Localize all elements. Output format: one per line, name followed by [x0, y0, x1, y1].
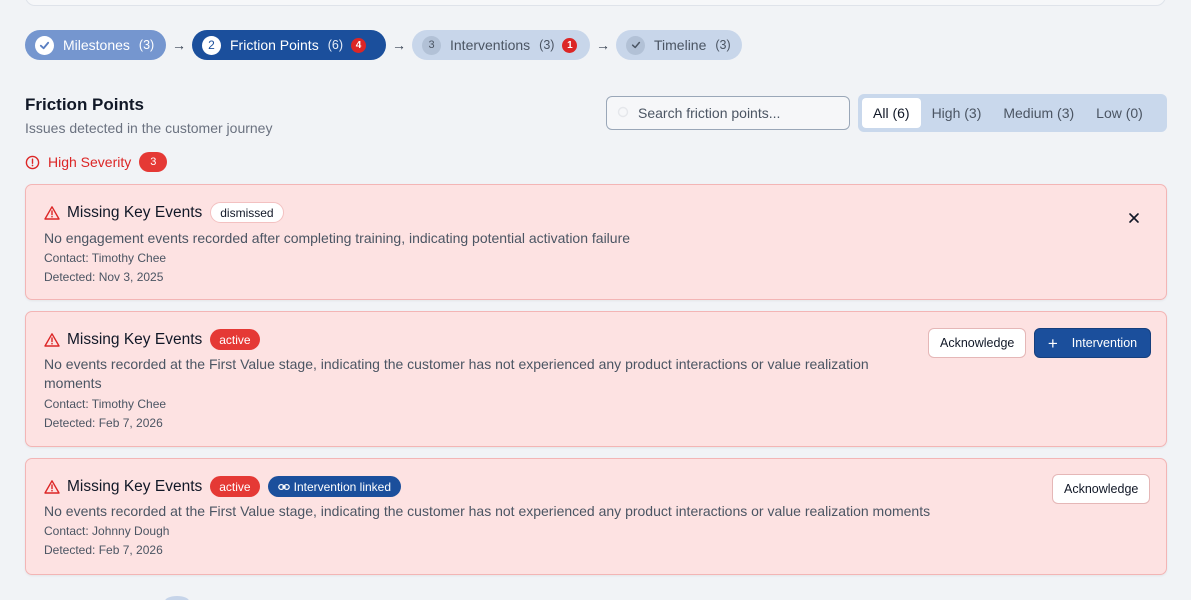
check-icon: [626, 35, 645, 55]
friction-card: Missing Key Events active No events reco…: [25, 311, 1167, 447]
add-intervention-button[interactable]: + Intervention: [1034, 328, 1151, 358]
arrow-right-icon: →: [392, 37, 406, 53]
warning-triangle-icon: [44, 479, 60, 495]
card-title: Missing Key Events: [67, 477, 203, 495]
step-label: Timeline: [654, 37, 707, 53]
step-alert-badge: 1: [562, 37, 578, 53]
filter-medium[interactable]: Medium (3): [992, 98, 1085, 128]
linked-label: Intervention linked: [293, 479, 392, 494]
card-contact: Contact: Timothy Chee: [44, 251, 167, 265]
status-badge: active: [210, 329, 260, 350]
page-title: Friction Points: [25, 95, 144, 114]
card-title: Missing Key Events: [67, 203, 203, 221]
arrow-right-icon: →: [172, 37, 186, 53]
intervention-label: Intervention: [1071, 336, 1138, 350]
step-count: (3): [715, 38, 731, 52]
step-label: Milestones: [63, 37, 130, 53]
alert-circle-icon: [25, 155, 40, 170]
card-description: No engagement events recorded after comp…: [44, 230, 631, 246]
step-label: Interventions: [450, 37, 531, 53]
step-number: 3: [422, 35, 441, 55]
friction-card: Missing Key Events dismissed No engageme…: [25, 184, 1167, 300]
link-icon: [277, 481, 290, 493]
step-label: Friction Points: [230, 37, 319, 53]
card-description: No events recorded at the First Value st…: [44, 356, 869, 391]
step-friction-points[interactable]: 2 Friction Points (6) 4: [192, 30, 386, 60]
status-badge: active: [210, 476, 260, 497]
check-icon: [35, 35, 54, 55]
card-title: Missing Key Events: [67, 330, 203, 348]
card-description: No events recorded at the First Value st…: [44, 503, 931, 519]
search-box[interactable]: [606, 96, 850, 130]
severity-filter: All (6) High (3) Medium (3) Low (0): [858, 94, 1167, 132]
severity-group-header: High Severity 3: [25, 152, 168, 172]
step-count: (6): [327, 38, 343, 52]
step-interventions[interactable]: 3 Interventions (3) 1: [412, 30, 590, 60]
step-timeline[interactable]: Timeline (3): [616, 30, 742, 60]
plus-icon: +: [1047, 333, 1058, 353]
filter-all[interactable]: All (6): [862, 98, 921, 128]
severity-label: High Severity: [48, 154, 132, 170]
journey-stepper: Milestones (3) → 2 Friction Points (6) 4…: [25, 30, 742, 60]
search-icon: [617, 106, 631, 120]
acknowledge-button[interactable]: Acknowledge: [928, 328, 1027, 358]
warning-triangle-icon: [44, 205, 60, 221]
arrow-right-icon: →: [596, 37, 610, 53]
step-number: 2: [202, 35, 221, 55]
page-subtitle: Issues detected in the customer journey: [25, 120, 273, 136]
card-detected: Detected: Feb 7, 2026: [44, 543, 163, 557]
friction-card: Missing Key Events active Intervention l…: [25, 458, 1167, 575]
warning-triangle-icon: [44, 332, 60, 348]
severity-count-badge: 3: [139, 152, 168, 172]
status-badge: dismissed: [210, 202, 284, 223]
step-count: (3): [138, 38, 155, 52]
previous-panel-edge: [25, 0, 1166, 6]
card-detected: Detected: Feb 7, 2026: [44, 416, 163, 430]
acknowledge-button[interactable]: Acknowledge: [1052, 474, 1151, 504]
card-detected: Detected: Nov 3, 2025: [44, 270, 164, 284]
step-milestones[interactable]: Milestones (3): [25, 30, 166, 60]
partial-element: [165, 596, 189, 600]
step-count: (3): [539, 38, 555, 52]
filter-high[interactable]: High (3): [921, 98, 993, 128]
card-contact: Contact: Timothy Chee: [44, 397, 167, 411]
step-alert-badge: 4: [350, 37, 366, 53]
intervention-linked-badge: Intervention linked: [267, 476, 402, 497]
search-input[interactable]: [638, 105, 838, 121]
card-contact: Contact: Johnny Dough: [44, 524, 170, 538]
close-icon[interactable]: [1128, 211, 1140, 223]
filter-low[interactable]: Low (0): [1085, 98, 1154, 128]
